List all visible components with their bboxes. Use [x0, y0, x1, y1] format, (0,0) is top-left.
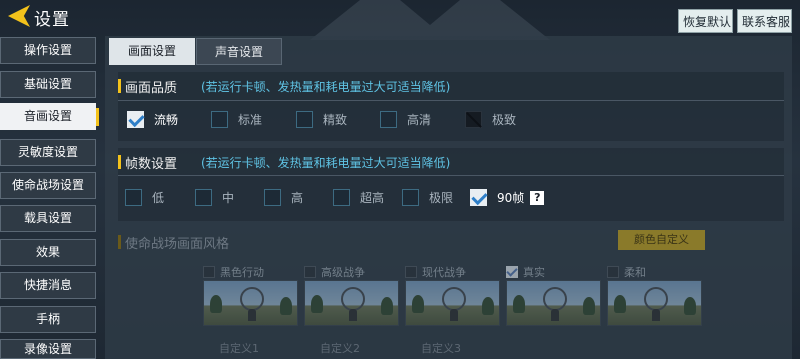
quality-title: 画面品质 [117, 77, 177, 96]
option-label: 低 [152, 191, 165, 205]
option-label: 极致 [492, 113, 517, 127]
sidebar-item-basic[interactable]: 基础设置 [0, 71, 96, 98]
option-label: 流畅 [154, 113, 179, 127]
page-title: 设置 [34, 10, 70, 30]
framerate-hint: (若运行卡顿、发热量和耗电量过大可适当降低) [201, 156, 451, 170]
checkbox-icon [402, 189, 419, 206]
style-option-advanced-warfare[interactable]: 高级战争 [304, 264, 365, 280]
checkbox-icon [296, 111, 313, 128]
quality-option-hd[interactable]: 高清 [380, 111, 431, 128]
sidebar-item-audio-video[interactable]: 音画设置 [0, 103, 99, 130]
quality-hint: (若运行卡顿、发热量和耗电量过大可适当降低) [201, 80, 451, 94]
checkbox-icon [607, 266, 619, 278]
custom-style-label[interactable]: 自定义3 [421, 340, 461, 356]
sidebar-item-effects[interactable]: 效果 [0, 239, 96, 266]
framerate-option-extreme[interactable]: 极限 [402, 189, 453, 206]
background-emblem [310, 0, 550, 40]
framerate-option-ultra[interactable]: 超高 [333, 189, 384, 206]
framerate-option-medium[interactable]: 中 [195, 189, 234, 206]
style-option-black-ops[interactable]: 黑色行动 [203, 264, 264, 280]
tab-display[interactable]: 画面设置 [109, 38, 195, 65]
checkbox-icon [405, 266, 417, 278]
quality-option-ultimate[interactable]: 极致 [465, 111, 516, 128]
checkbox-icon [333, 189, 350, 206]
quality-option-standard[interactable]: 标准 [211, 111, 262, 128]
style-option-modern-warfare[interactable]: 现代战争 [405, 264, 466, 280]
framerate-option-low[interactable]: 低 [125, 189, 164, 206]
framerate-title: 帧数设置 [117, 153, 177, 172]
checkbox-icon [264, 189, 281, 206]
style-thumbnail[interactable] [506, 280, 601, 326]
sidebar-item-battlefield[interactable]: 使命战场设置 [0, 172, 96, 199]
style-title: 使命战场画面风格 [117, 233, 229, 252]
help-icon[interactable]: ? [530, 190, 545, 205]
checkbox-icon [304, 266, 316, 278]
style-thumbnail[interactable] [203, 280, 298, 326]
style-option-soft[interactable]: 柔和 [607, 264, 646, 280]
style-thumbnail[interactable] [405, 280, 500, 326]
checkbox-icon [506, 266, 518, 278]
divider [118, 175, 784, 176]
sidebar-item-sensitivity[interactable]: 灵敏度设置 [0, 139, 96, 166]
option-label: 真实 [523, 266, 545, 279]
checkbox-icon [203, 266, 215, 278]
style-thumbnail[interactable] [607, 280, 702, 326]
checkbox-disabled-icon [465, 111, 482, 128]
restore-default-button[interactable]: 恢复默认 [678, 9, 733, 33]
quality-option-smooth[interactable]: 流畅 [127, 111, 178, 128]
checkbox-icon [211, 111, 228, 128]
custom-style-label[interactable]: 自定义2 [320, 340, 360, 356]
option-label: 超高 [360, 191, 385, 205]
back-arrow-icon[interactable] [8, 5, 30, 27]
checkbox-icon [470, 189, 487, 206]
option-label: 柔和 [624, 266, 646, 279]
option-label: 极限 [429, 191, 454, 205]
sidebar-item-controls[interactable]: 操作设置 [0, 37, 96, 64]
style-option-realistic[interactable]: 真实 [506, 264, 545, 280]
tab-sound[interactable]: 声音设置 [196, 38, 282, 65]
custom-style-label[interactable]: 自定义1 [219, 340, 259, 356]
option-label: 黑色行动 [220, 266, 264, 279]
framerate-option-high[interactable]: 高 [264, 189, 303, 206]
sidebar-item-vehicle[interactable]: 载具设置 [0, 205, 96, 232]
checkbox-icon [125, 189, 142, 206]
option-label: 90帧 [497, 191, 525, 205]
checkbox-icon [127, 111, 144, 128]
checkbox-icon [195, 189, 212, 206]
option-label: 标准 [238, 113, 263, 127]
sidebar-item-gamepad[interactable]: 手柄 [0, 306, 96, 333]
style-thumbnail[interactable] [304, 280, 399, 326]
contact-service-button[interactable]: 联系客服 [737, 9, 792, 33]
option-label: 中 [222, 191, 235, 205]
option-label: 高级战争 [321, 266, 365, 279]
option-label: 精致 [323, 113, 348, 127]
option-label: 现代战争 [422, 266, 466, 279]
sidebar-item-recording[interactable]: 录像设置 [0, 339, 96, 359]
color-custom-button[interactable]: 颜色自定义 [618, 230, 705, 250]
option-label: 高 [291, 191, 304, 205]
quality-option-fine[interactable]: 精致 [296, 111, 347, 128]
framerate-option-90fps[interactable]: 90帧 ? [470, 189, 545, 206]
sidebar-item-quick-message[interactable]: 快捷消息 [0, 272, 96, 299]
option-label: 高清 [407, 113, 432, 127]
divider [118, 100, 784, 101]
checkbox-icon [380, 111, 397, 128]
